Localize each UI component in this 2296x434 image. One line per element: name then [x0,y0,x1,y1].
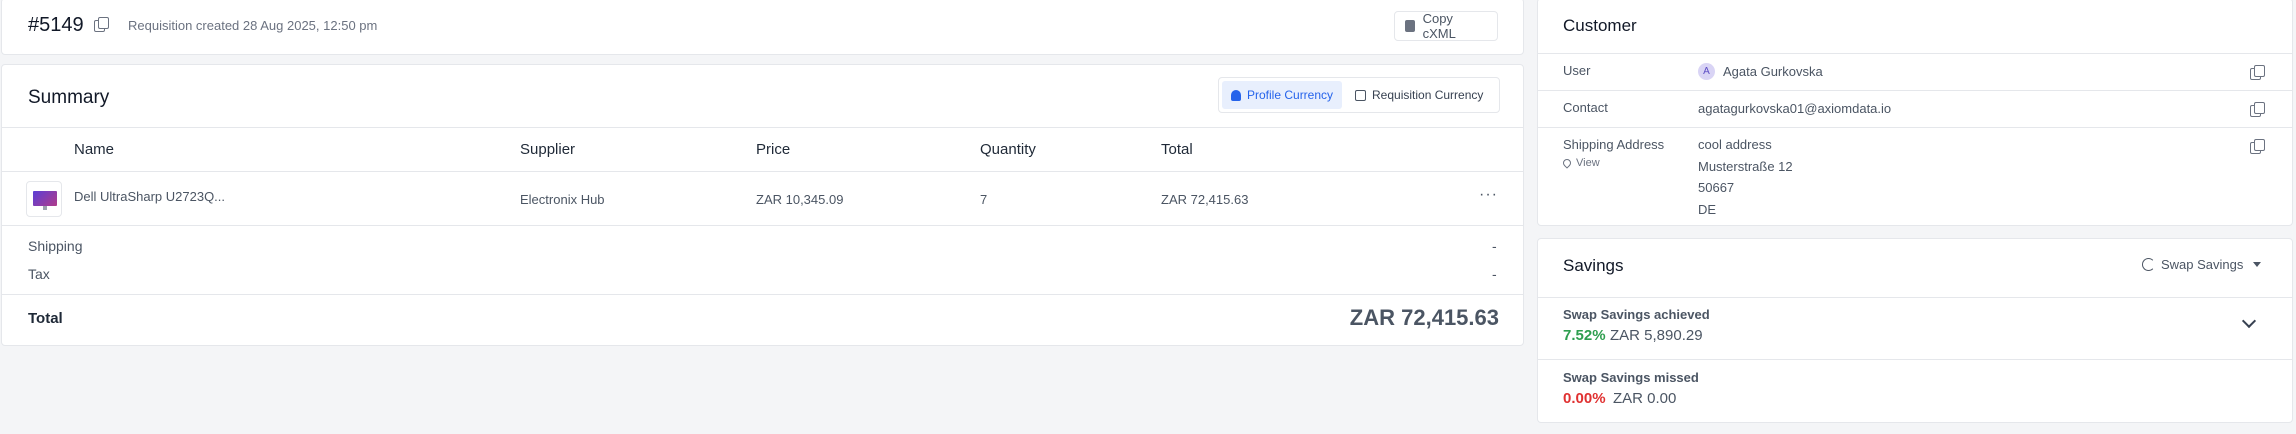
divider [1538,90,2292,91]
tax-value: - [1492,266,1497,282]
copy-cxml-label: Copy cXML [1422,11,1456,41]
clipboard-icon [1405,20,1415,32]
requisition-header: #5149 Requisition created 28 Aug 2025, 1… [1,0,1524,55]
savings-achieved-label: Swap Savings achieved [1563,307,1710,322]
address-line: Musterstraße 12 [1698,159,1793,174]
savings-achieved-amount: ZAR 5,890.29 [1610,327,1703,344]
address-line: cool address [1698,137,1772,152]
user-icon [1231,89,1241,101]
customer-card: Customer User A Agata Gurkovska Contact … [1537,0,2293,226]
shipping-label: Shipping [28,238,83,254]
swap-savings-dropdown[interactable]: Swap Savings [2142,257,2262,272]
contact-label: Contact [1563,100,1608,115]
savings-missed-amount: ZAR 0.00 [1613,390,1677,407]
address-line: 50667 [1698,180,1735,195]
copy-cxml-button[interactable]: Copy cXML [1394,11,1498,41]
savings-card: Savings Swap Savings Swap Savings achiev… [1537,238,2293,423]
table-icon [1355,89,1366,101]
location-pin-icon [1561,157,1573,169]
divider [1538,297,2292,298]
customer-title: Customer [1563,16,1637,35]
address-line: DE [1698,202,1717,217]
total-label: Total [28,310,63,327]
savings-title: Savings [1563,256,1624,275]
divider [1538,53,2292,54]
avatar: A [1698,63,1715,80]
savings-missed-percent: 0.00% [1563,390,1606,407]
copy-icon[interactable] [2250,65,2265,80]
total-value: ZAR 72,415.63 [1349,305,1499,330]
requisition-number: #5149 [28,14,84,36]
divider [2,127,1523,128]
divider [2,225,1523,226]
profile-currency-label: Profile Currency [1247,88,1334,102]
view-label: View [1576,157,1600,169]
item-quantity: 7 [980,192,988,207]
contact-email: agatagurkovska01@axiomdata.io [1698,101,1892,116]
caret-down-icon [2253,262,2262,267]
item-name[interactable]: Dell UltraSharp U2723Q... [74,189,225,204]
view-address-link[interactable]: View [1561,157,1600,169]
divider [1538,359,2292,360]
swap-savings-label: Swap Savings [2161,257,2244,272]
copy-icon[interactable] [94,17,109,32]
item-supplier: Electronix Hub [520,192,605,207]
savings-missed-label: Swap Savings missed [1563,370,1699,385]
column-header-price: Price [756,141,791,158]
requisition-currency-button[interactable]: Requisition Currency [1347,81,1497,109]
copy-icon[interactable] [2250,102,2265,117]
user-label: User [1563,63,1591,78]
user-name: Agata Gurkovska [1723,64,1823,79]
requisition-currency-label: Requisition Currency [1372,88,1484,102]
requisition-created-text: Requisition created 28 Aug 2025, 12:50 p… [128,18,378,33]
currency-toggle: Profile Currency Requisition Currency [1218,77,1500,113]
item-price: ZAR 10,345.09 [756,192,844,207]
tax-label: Tax [28,266,50,282]
column-header-quantity: Quantity [980,141,1036,158]
column-header-total: Total [1161,141,1193,158]
column-header-supplier: Supplier [520,141,576,158]
summary-title: Summary [28,87,110,108]
shipping-address-label: Shipping Address [1563,137,1665,152]
more-options-icon[interactable]: ··· [1479,186,1498,204]
divider [1538,127,2292,128]
refresh-icon [2142,258,2155,271]
chevron-down-icon[interactable] [2241,313,2257,329]
copy-icon[interactable] [2250,139,2265,154]
shipping-value: - [1492,238,1497,254]
profile-currency-button[interactable]: Profile Currency [1222,81,1342,109]
divider [2,294,1523,295]
savings-achieved-percent: 7.52% [1563,327,1606,344]
summary-card: Summary Profile Currency Requisition Cur… [1,64,1524,346]
monitor-icon [33,191,57,206]
column-header-name: Name [74,141,115,158]
product-thumbnail [26,181,62,217]
item-total: ZAR 72,415.63 [1161,192,1249,207]
table-row[interactable]: Dell UltraSharp U2723Q... Electronix Hub… [2,172,1523,225]
